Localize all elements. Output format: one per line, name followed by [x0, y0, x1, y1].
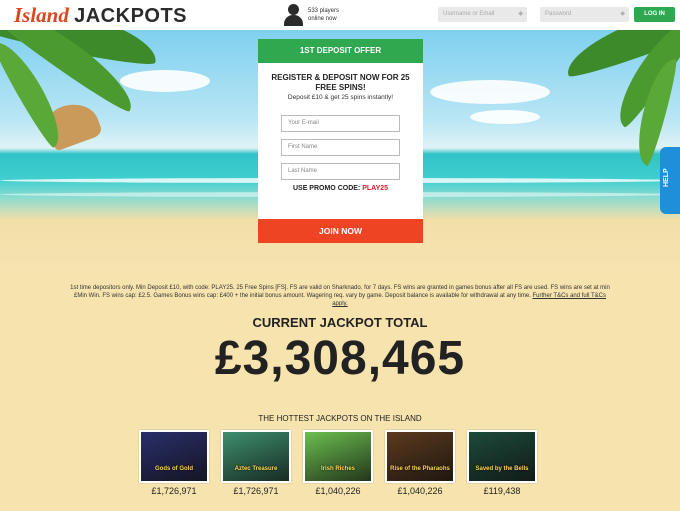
offer-badge: 1ST DEPOSIT OFFER: [258, 39, 423, 63]
game-jackpot-amount: £1,040,226: [315, 486, 361, 496]
chevron-icon: ◆: [518, 11, 523, 17]
offer-title: REGISTER & DEPOSIT NOW FOR 25 FREE SPINS…: [271, 73, 410, 92]
game-thumbnail[interactable]: Irish Riches: [303, 430, 373, 483]
password-input[interactable]: Password ◆: [540, 7, 629, 22]
promo-label: USE PROMO CODE:: [292, 185, 361, 192]
game-card[interactable]: Rise of the Pharaohs £1,040,226: [385, 430, 455, 496]
game-card[interactable]: Gods of Gold £1,726,971: [139, 430, 209, 496]
help-label: HELP: [663, 168, 670, 187]
offer-subtitle: Deposit £10 & get 25 spins instantly!: [287, 94, 394, 101]
game-title: Saved by the Bells: [475, 466, 529, 472]
game-thumbnail[interactable]: Saved by the Bells: [467, 430, 537, 483]
header: Island JACKPOTS 533 players online now U…: [0, 0, 680, 30]
players-online: 533 players online now: [284, 4, 339, 26]
promo-code: PLAY25: [362, 185, 389, 192]
game-title: Rise of the Pharaohs: [390, 466, 450, 472]
terms-body: 1st time depositors only. Min Deposit £1…: [70, 285, 610, 299]
game-title: Gods of Gold: [155, 466, 193, 472]
last-name-field[interactable]: Last Name: [281, 163, 400, 180]
login-button[interactable]: LOG IN: [634, 7, 675, 22]
chevron-icon: ◆: [620, 11, 625, 17]
promo-code-text: USE PROMO CODE: PLAY25: [258, 185, 423, 192]
game-thumbnail[interactable]: Aztec Treasure: [221, 430, 291, 483]
game-jackpot-amount: £1,040,226: [397, 486, 443, 496]
game-thumbnail[interactable]: Gods of Gold: [139, 430, 209, 483]
terms-text: 1st time depositors only. Min Deposit £1…: [70, 284, 610, 308]
help-tab[interactable]: HELP: [660, 147, 680, 214]
logo-jackpots-text: JACKPOTS: [74, 5, 188, 27]
first-name-field[interactable]: First Name: [281, 139, 400, 156]
jackpot-games-list: Gods of Gold £1,726,971 Aztec Treasure £…: [139, 430, 539, 500]
site-logo[interactable]: Island JACKPOTS: [14, 3, 187, 28]
password-placeholder: Password: [545, 11, 572, 17]
join-now-button[interactable]: JOIN NOW: [258, 219, 423, 243]
jackpot-title: CURRENT JACKPOT TOTAL: [252, 315, 428, 330]
jackpot-amount: £3,308,465: [214, 332, 466, 385]
username-placeholder: Username or Email: [443, 11, 495, 17]
players-status: online now: [308, 16, 337, 22]
cloud: [470, 110, 540, 124]
game-jackpot-amount: £1,726,971: [151, 486, 197, 496]
cloud: [430, 80, 550, 104]
game-card[interactable]: Saved by the Bells £119,438: [467, 430, 537, 496]
game-card[interactable]: Aztec Treasure £1,726,971: [221, 430, 291, 496]
game-title: Irish Riches: [320, 466, 355, 472]
hottest-jackpots-title: THE HOTTEST JACKPOTS ON THE ISLAND: [258, 414, 422, 423]
user-icon: [284, 4, 303, 26]
cloud: [120, 70, 210, 92]
game-card[interactable]: Irish Riches £1,040,226: [303, 430, 373, 496]
game-jackpot-amount: £1,726,971: [233, 486, 279, 496]
players-count: 533 players: [308, 8, 340, 14]
logo-island-text: Island: [14, 3, 69, 27]
game-thumbnail[interactable]: Rise of the Pharaohs: [385, 430, 455, 483]
signup-offer-panel: 1ST DEPOSIT OFFER REGISTER & DEPOSIT NOW…: [258, 39, 423, 243]
game-jackpot-amount: £119,438: [483, 486, 521, 496]
game-title: Aztec Treasure: [234, 466, 278, 472]
username-input[interactable]: Username or Email ◆: [438, 7, 527, 22]
email-field[interactable]: Your E-mail: [281, 115, 400, 132]
